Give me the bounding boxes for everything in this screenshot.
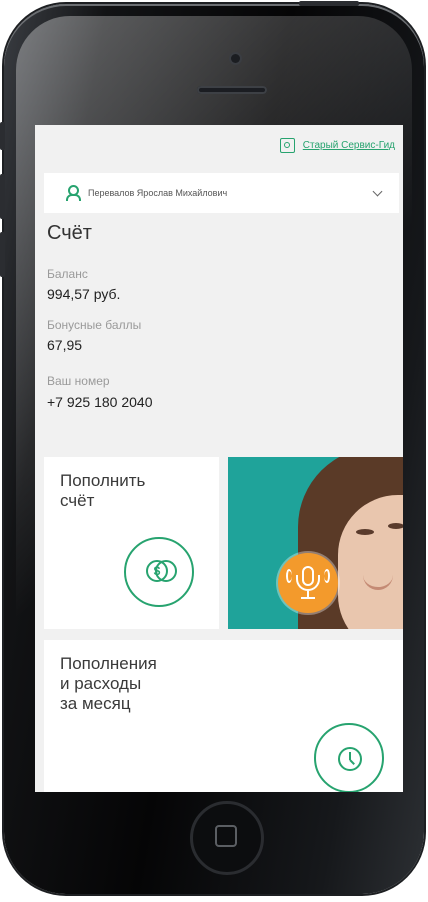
top-up-title: Пополнить счёт [60,471,146,510]
volume-up-button [0,174,5,219]
promo-photo-eye [356,529,374,535]
home-button[interactable] [190,801,264,875]
old-service-guide-link[interactable]: Старый Сервис-Гид [279,138,395,153]
home-square-icon [215,825,237,847]
microphone-arc [296,575,320,591]
sound-wave-right-icon [324,569,330,583]
coins-icon: $ [146,560,168,582]
microphone-button[interactable] [278,553,338,613]
account-title: Счёт [47,222,92,244]
top-up-button[interactable]: $ [124,537,194,607]
balance-value: 994,57 руб. [47,286,121,302]
sound-wave-left-icon [286,569,292,583]
phone-number-label: Ваш номер [47,374,110,388]
voice-assistant-tile[interactable] [228,457,403,629]
monthly-history-title: Пополнения и расходы за месяц [60,654,157,713]
front-camera [231,54,240,63]
service-guide-icon [279,138,295,153]
user-icon [66,185,81,201]
account-selector[interactable]: Перевалов Ярослав Михайлович [44,173,399,213]
account-holder-name: Перевалов Ярослав Михайлович [88,188,228,198]
bonus-label: Бонусные баллы [47,318,142,332]
monthly-history-button[interactable] [314,723,384,792]
bonus-value: 67,95 [47,337,83,353]
top-up-tile[interactable]: Пополнить счёт $ [44,457,219,629]
phone-number-value: +7 925 180 2040 [47,394,153,410]
balance-label: Баланс [47,267,88,281]
old-service-guide-label: Старый Сервис-Гид [302,140,395,151]
clock-icon [338,747,362,771]
monthly-history-tile[interactable]: Пополнения и расходы за месяц [44,640,403,792]
mute-switch [0,122,5,150]
power-button [299,1,359,6]
promo-photo-eye [388,523,403,529]
chevron-down-icon [372,186,383,197]
app-screen: Старый Сервис-Гид Перевалов Ярослав Миха… [35,125,403,792]
volume-down-button [0,232,5,277]
earpiece-speaker [197,86,267,94]
microphone-base [301,597,315,599]
